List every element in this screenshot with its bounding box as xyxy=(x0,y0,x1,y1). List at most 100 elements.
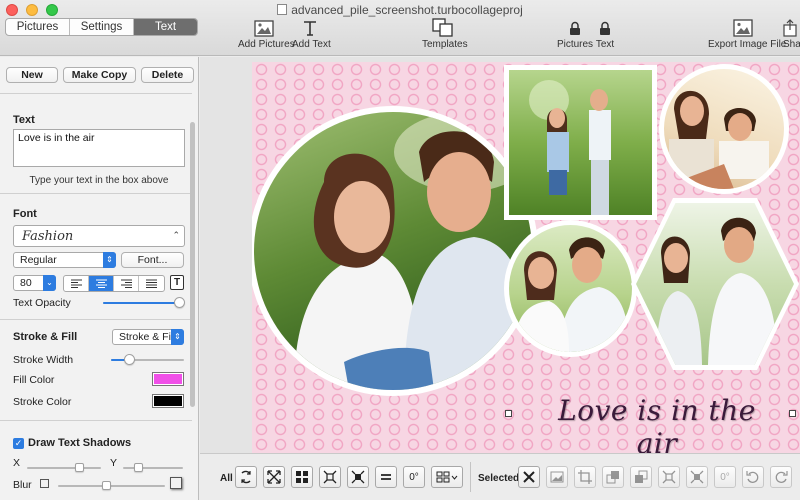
fit-all-button[interactable] xyxy=(319,466,341,488)
rotate-right-button[interactable] xyxy=(770,466,792,488)
stroke-width-slider[interactable] xyxy=(111,354,184,365)
font-size-value: 80 xyxy=(20,277,32,289)
couple-photo-art xyxy=(294,112,532,390)
grid-all-button[interactable] xyxy=(291,466,313,488)
collage-canvas[interactable]: Love is in the air xyxy=(252,62,800,453)
text-t-icon xyxy=(304,21,316,36)
rotation-selected-button[interactable]: 0° xyxy=(714,466,736,488)
photo-couple-park[interactable] xyxy=(631,198,799,370)
photo-couple-large[interactable] xyxy=(252,106,538,396)
font-style-select[interactable]: Regular ⇕ xyxy=(13,252,116,268)
add-text-button[interactable]: Add Text xyxy=(292,18,331,50)
document-icon xyxy=(277,4,288,15)
alignment-control xyxy=(63,275,165,292)
slider-knob[interactable] xyxy=(124,354,136,365)
shadow-y-label: Y xyxy=(110,457,118,469)
text-input[interactable]: Love is in the air xyxy=(13,129,185,167)
remove-selected-button[interactable] xyxy=(518,466,540,488)
lock-icon xyxy=(570,21,580,35)
align-justify-button[interactable] xyxy=(139,276,164,291)
templates-icon xyxy=(432,18,453,37)
draw-shadows-checkbox[interactable]: ✓ xyxy=(13,438,24,449)
couple-standing-art xyxy=(529,80,611,215)
stroke-fill-select[interactable]: Stroke & Fill ⇕ xyxy=(112,329,184,345)
add-pictures-label: Add Pictures xyxy=(238,39,295,50)
divider xyxy=(0,319,192,320)
stroke-color-well[interactable] xyxy=(152,394,184,408)
photo-image xyxy=(509,70,652,215)
align-center-button[interactable] xyxy=(89,276,114,291)
font-size-select[interactable]: 80 ⌄ xyxy=(13,275,56,291)
shadow-x-label: X xyxy=(13,457,21,469)
selected-label: Selected xyxy=(478,473,520,484)
tab-pictures[interactable]: Pictures xyxy=(6,19,70,35)
fit-selected-button[interactable] xyxy=(658,466,680,488)
align-left-icon xyxy=(70,279,82,288)
spread-all-button[interactable] xyxy=(263,466,285,488)
collage-caption-text[interactable]: Love is in the air xyxy=(542,394,772,453)
share-button[interactable]: Sha xyxy=(783,18,800,50)
bring-front-button[interactable] xyxy=(602,466,624,488)
slider-knob[interactable] xyxy=(134,463,143,472)
font-section-heading: Font xyxy=(13,208,37,220)
text-section-heading: Text xyxy=(13,114,35,126)
text-box-toggle[interactable]: T xyxy=(170,275,184,290)
shadow-y-slider[interactable] xyxy=(123,463,183,472)
layers-back-icon xyxy=(635,470,648,483)
fill-frame-icon xyxy=(351,470,365,484)
export-image-button[interactable]: Export Image File xyxy=(708,18,786,50)
tab-text[interactable]: Text xyxy=(134,19,197,35)
slider-knob[interactable] xyxy=(102,481,112,490)
blur-slider[interactable] xyxy=(58,481,165,490)
text-inspector-panel: New Make Copy Delete Text Love is in the… xyxy=(0,57,199,500)
fill-selected-button[interactable] xyxy=(686,466,708,488)
layers-icon xyxy=(606,471,619,484)
photo-couple-standing[interactable] xyxy=(504,65,657,220)
export-image-icon xyxy=(733,19,753,37)
align-left-button[interactable] xyxy=(64,276,89,291)
photo-couple-sitting[interactable] xyxy=(659,64,789,194)
fill-color-well[interactable] xyxy=(152,372,184,386)
shadow-x-slider[interactable] xyxy=(27,463,101,472)
align-right-button[interactable] xyxy=(114,276,139,291)
slider-knob[interactable] xyxy=(174,297,185,308)
lock-text-button[interactable]: Text xyxy=(594,18,616,50)
font-panel-button[interactable]: Font... xyxy=(121,252,184,268)
sidebar-scrollbar[interactable] xyxy=(190,122,195,407)
selection-handle[interactable] xyxy=(789,410,796,417)
shuffle-all-button[interactable] xyxy=(235,466,257,488)
delete-text-button[interactable]: Delete xyxy=(141,67,194,83)
slider-knob[interactable] xyxy=(74,463,84,472)
tab-settings[interactable]: Settings xyxy=(70,19,134,35)
font-family-select[interactable]: Fashion ⌃ xyxy=(13,225,185,247)
selection-handle[interactable] xyxy=(505,410,512,417)
rotate-left-button[interactable] xyxy=(742,466,764,488)
blur-label: Blur xyxy=(13,479,32,491)
align-center-icon xyxy=(95,279,107,288)
updown-chevron-icon: ⇕ xyxy=(103,252,116,268)
align-all-button[interactable] xyxy=(375,466,397,488)
text-opacity-slider[interactable] xyxy=(103,297,185,308)
make-copy-button[interactable]: Make Copy xyxy=(63,67,136,83)
align-justify-icon xyxy=(146,279,157,288)
add-pictures-button[interactable]: Add Pictures xyxy=(238,18,295,50)
align-right-icon xyxy=(120,279,132,288)
fill-all-button[interactable] xyxy=(347,466,369,488)
fill-frame-icon xyxy=(690,470,704,484)
updown-chevron-icon: ⇕ xyxy=(171,329,184,345)
stroke-fill-value: Stroke & Fill xyxy=(119,331,176,343)
layout-all-menu[interactable] xyxy=(431,466,463,488)
blur-max-icon xyxy=(170,477,182,489)
mode-tabs: Pictures Settings Text xyxy=(5,18,198,36)
rotate-left-icon xyxy=(746,471,759,483)
replace-picture-button[interactable] xyxy=(546,466,568,488)
send-back-button[interactable] xyxy=(630,466,652,488)
photo-couple-hug[interactable] xyxy=(504,220,637,357)
rotation-all-button[interactable]: 0° xyxy=(403,466,425,488)
lock-pictures-button[interactable]: Pictures xyxy=(556,18,594,50)
templates-button[interactable]: Templates xyxy=(422,18,468,50)
crop-button[interactable] xyxy=(574,466,596,488)
new-text-button[interactable]: New xyxy=(6,67,58,83)
text-actions: New Make Copy Delete xyxy=(6,67,194,83)
lock-icon xyxy=(600,21,610,35)
